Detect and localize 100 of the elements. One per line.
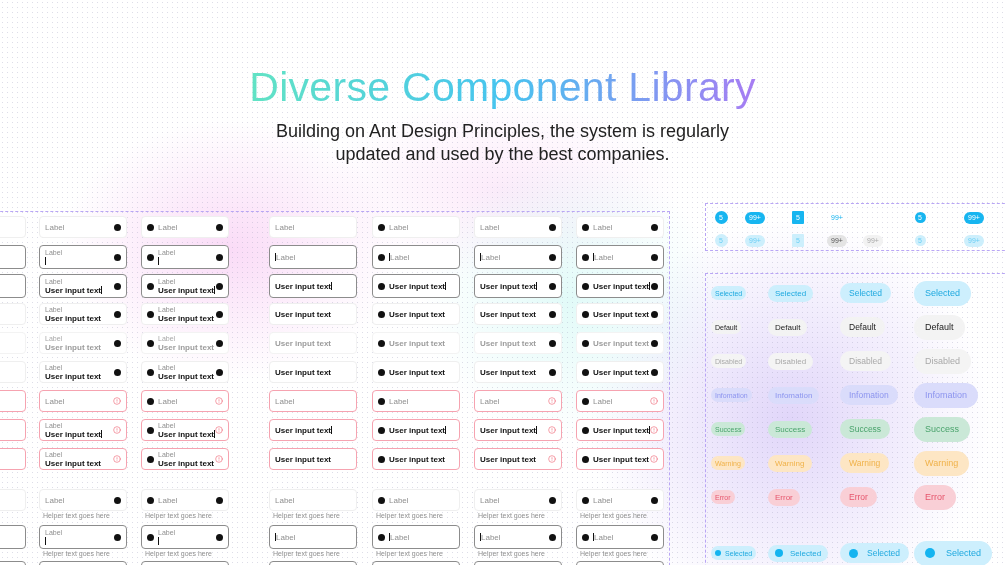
tag[interactable]: Selected (914, 540, 993, 565)
tag[interactable]: Success (768, 420, 813, 438)
dot-icon (147, 426, 154, 434)
input-field[interactable]: Label (474, 216, 562, 238)
input-field[interactable]: Label (141, 489, 229, 511)
input-field[interactable]: User input text (269, 303, 357, 325)
input-field[interactable]: Label (474, 489, 562, 511)
input-field[interactable]: User input text (269, 361, 357, 383)
input-field[interactable]: Label (269, 245, 357, 269)
input-field[interactable]: Label (39, 390, 127, 412)
dot-icon (549, 253, 556, 261)
tag[interactable]: Error (840, 487, 877, 507)
input-field[interactable]: User input text (576, 361, 664, 383)
input-field[interactable]: User input text (372, 303, 460, 325)
input-field[interactable]: Label (576, 216, 664, 238)
field-placeholder: Label (481, 532, 501, 542)
input-field[interactable]: User input text (372, 274, 460, 298)
tag[interactable]: Default (840, 317, 885, 337)
input-text: User input text (480, 454, 536, 464)
tag[interactable]: Infomation (914, 382, 979, 408)
dot-icon (378, 455, 385, 463)
input-field[interactable]: User input text (576, 448, 664, 470)
input-text: User input text (158, 342, 214, 352)
input-field[interactable]: Label (269, 489, 357, 511)
input-field[interactable]: User input text (372, 361, 460, 383)
tag[interactable]: Default (768, 318, 808, 336)
tag[interactable]: Success (840, 419, 891, 439)
input-field[interactable]: Label (474, 245, 562, 269)
input-field[interactable]: User input text (372, 419, 460, 441)
dot-icon (582, 397, 589, 405)
input-field[interactable]: Label (576, 245, 664, 269)
tag[interactable]: Selected (840, 543, 910, 563)
input-field[interactable]: Label (372, 390, 460, 412)
input-field[interactable]: Label (269, 390, 357, 412)
tag[interactable]: Selected (768, 284, 814, 302)
tag[interactable]: Infomation (840, 385, 898, 405)
input-field[interactable]: User input text (474, 419, 562, 441)
input-field[interactable]: User input text (576, 274, 664, 298)
dot-icon (114, 368, 121, 376)
input-field[interactable]: User input text (474, 274, 562, 298)
input-field[interactable]: Label (141, 390, 229, 412)
dot-icon (147, 310, 154, 318)
dot-icon (378, 368, 385, 376)
input-field[interactable]: User input text (474, 332, 562, 354)
field-placeholder: Label (480, 222, 500, 232)
dot-icon (147, 533, 154, 541)
tag[interactable]: Disabled (914, 348, 972, 374)
input-field[interactable]: User input text (269, 419, 357, 441)
dot-icon (216, 496, 223, 504)
input-field[interactable]: Label (372, 216, 460, 238)
tag[interactable]: Error (914, 484, 956, 510)
tag[interactable]: Infomation (768, 386, 820, 404)
field-placeholder: Label (275, 396, 295, 406)
tag[interactable]: Selected (768, 544, 829, 562)
tag[interactable]: Disabled (768, 352, 814, 370)
input-field[interactable]: Label (269, 216, 357, 238)
input-field[interactable]: Label (576, 390, 664, 412)
page-subtitle: Building on Ant Design Principles, the system is regularly updated and used by the best companies. (274, 120, 731, 166)
input-field[interactable]: Label (372, 525, 460, 549)
field-placeholder: Label (390, 252, 410, 262)
error-icon (215, 426, 223, 434)
input-field[interactable]: Label (474, 525, 562, 549)
input-field[interactable]: User input text (269, 332, 357, 354)
input-field[interactable]: User input text (372, 332, 460, 354)
input-field[interactable]: User input text (474, 361, 562, 383)
input-field[interactable]: Label (39, 489, 127, 511)
input-field[interactable]: User input text (269, 448, 357, 470)
input-field[interactable]: Label (39, 216, 127, 238)
error-icon (548, 426, 556, 434)
tag[interactable]: Default (914, 314, 965, 340)
input-field[interactable]: Label (576, 525, 664, 549)
input-field[interactable]: Label (576, 489, 664, 511)
input-text: User input text (158, 285, 214, 295)
dot-icon (582, 253, 589, 261)
input-field[interactable]: User input text (576, 303, 664, 325)
input-field[interactable]: Label (372, 489, 460, 511)
dot-icon (114, 223, 121, 231)
tag[interactable]: Selected (840, 283, 892, 303)
tag[interactable]: Selected (914, 280, 972, 306)
tag[interactable]: Success (914, 416, 970, 442)
dot-icon (378, 282, 385, 290)
input-field[interactable]: User input text (474, 303, 562, 325)
input-field[interactable]: Label (474, 390, 562, 412)
input-field[interactable]: User input text (372, 448, 460, 470)
input-field[interactable]: Label (372, 245, 460, 269)
input-field[interactable]: User input text (474, 448, 562, 470)
tag[interactable]: Disabled (840, 351, 892, 371)
input-field[interactable]: Label (269, 525, 357, 549)
tag[interactable]: Error (768, 488, 800, 506)
dot-icon (651, 533, 658, 541)
dot-icon (147, 496, 154, 504)
input-field[interactable]: User input text (576, 332, 664, 354)
dot-icon (582, 426, 589, 434)
input-field[interactable]: User input text (576, 419, 664, 441)
field-placeholder: Label (389, 495, 409, 505)
dot-icon (114, 253, 121, 261)
input-field[interactable]: Label (141, 216, 229, 238)
input-text: User input text (593, 454, 649, 464)
input-text: User input text (389, 281, 445, 291)
input-field[interactable]: User input text (269, 274, 357, 298)
